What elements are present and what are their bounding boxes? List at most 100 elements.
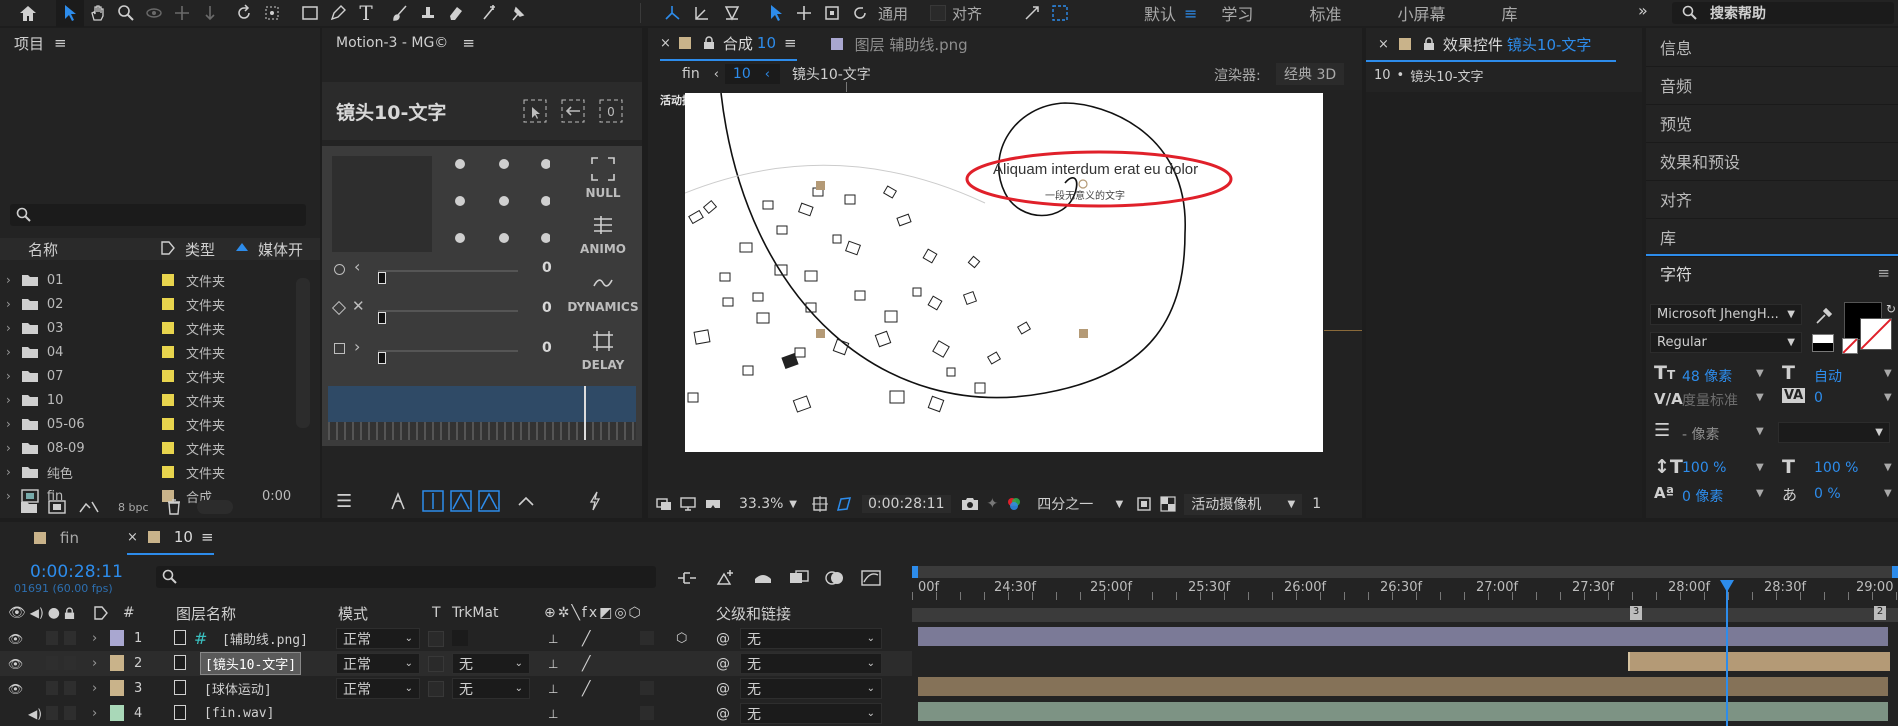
trkmat-dropdown[interactable]: 无 ⌄: [452, 653, 530, 674]
timeline-layer-row[interactable]: ◀) › 4 [fin.wav] ⊥ @ 无 ⌄: [0, 701, 912, 726]
font-size-chevron-icon[interactable]: ▼: [1756, 368, 1764, 379]
track-bar-1[interactable]: [918, 627, 1888, 646]
layer-mode-dropdown[interactable]: 正常 ⌄: [336, 628, 420, 649]
leading-value[interactable]: 自动: [1814, 366, 1842, 386]
fx-switch-box[interactable]: [640, 706, 654, 720]
view-axis-icon[interactable]: [718, 0, 746, 27]
monitor-icon[interactable]: [680, 497, 696, 511]
lock-col-icon[interactable]: [64, 606, 75, 620]
snap-select-icon[interactable]: [762, 0, 790, 27]
timeline-layer-row[interactable]: 👁 › 3 [球体运动] 正常 ⌄ 无 ⌄ ⊥ ╱ @ 无 ⌄: [0, 676, 912, 701]
channel-icon[interactable]: [1006, 496, 1022, 512]
visibility-eye-icon[interactable]: 👁: [8, 682, 23, 696]
roto-brush-icon[interactable]: [476, 0, 504, 27]
slider-thumb-3[interactable]: [378, 352, 386, 364]
snap-move-icon[interactable]: [790, 0, 818, 27]
lightning-icon[interactable]: [588, 491, 602, 511]
null-button[interactable]: NULL: [570, 156, 636, 208]
project-search[interactable]: [10, 204, 306, 226]
vertical-scale-chevron-icon[interactable]: ▼: [1756, 462, 1764, 473]
baseline-chevron-icon[interactable]: ▼: [1756, 488, 1764, 499]
project-item[interactable]: › 纯色 文件夹: [0, 460, 320, 484]
comp-tab-active[interactable]: × 合成 10 ≡: [660, 28, 797, 61]
no-color-icon[interactable]: [1842, 338, 1858, 354]
visibility-eye-icon[interactable]: 👁: [8, 657, 23, 671]
tl10-tab-menu-icon[interactable]: ≡: [201, 528, 214, 546]
horizontal-scale-chevron-icon[interactable]: ▼: [1884, 462, 1892, 473]
project-item[interactable]: › 10 文件夹: [0, 388, 320, 412]
breadcrumb-current[interactable]: 10 ‹: [724, 64, 780, 84]
workspace-menu-icon[interactable]: ≡: [1184, 4, 1197, 23]
motion-menu2-icon[interactable]: ☰: [336, 491, 352, 512]
col-media[interactable]: 媒体开: [258, 239, 303, 260]
puppet-pin-icon[interactable]: [504, 0, 532, 27]
col-name[interactable]: 名称: [28, 239, 58, 260]
project-item[interactable]: › 04 文件夹: [0, 340, 320, 364]
audio-toggle-icon[interactable]: ◀): [28, 707, 42, 721]
timeline-search[interactable]: [156, 566, 656, 588]
preserve-t-checkbox[interactable]: [428, 656, 444, 672]
track-bar-4[interactable]: [918, 702, 1888, 721]
comp-tab-menu-icon[interactable]: ≡: [784, 34, 797, 52]
slider-track-2[interactable]: [378, 310, 518, 312]
work-area-bar[interactable]: [912, 566, 1898, 578]
quality-switch-icon[interactable]: ╱: [582, 631, 590, 647]
project-scrollbar[interactable]: [296, 278, 310, 428]
audio-col-icon[interactable]: ◀): [30, 606, 44, 620]
track-bar-3[interactable]: [918, 677, 1888, 696]
playhead[interactable]: [1726, 580, 1728, 726]
shy-switch-icon[interactable]: ⊥: [548, 632, 558, 646]
new-folder-icon[interactable]: [20, 500, 38, 514]
slider-track-3[interactable]: [378, 350, 518, 352]
layer-label-color[interactable]: [110, 655, 124, 671]
quality-switch-icon[interactable]: ╱: [582, 681, 590, 697]
overflow-chevron-icon[interactable]: »: [1638, 1, 1648, 20]
dolly-tool-icon[interactable]: [196, 0, 224, 27]
3d-layer-icon[interactable]: ⬡: [676, 631, 687, 646]
layer-label-color[interactable]: [110, 705, 124, 721]
breadcrumb-name[interactable]: 镜头10-文字: [792, 64, 871, 84]
style-dropdown[interactable]: Regular ▼: [1650, 332, 1802, 353]
new-comp-icon[interactable]: [48, 500, 66, 514]
caret-up-icon[interactable]: [516, 494, 536, 508]
parent-dropdown[interactable]: 无 ⌄: [740, 703, 882, 724]
twirl-chevron-icon[interactable]: ›: [92, 681, 97, 696]
shy-icon[interactable]: [752, 569, 774, 587]
pen-tool-icon[interactable]: [324, 0, 352, 27]
lock-box[interactable]: [64, 656, 76, 670]
anchor-grid[interactable]: [450, 156, 550, 252]
parent-dropdown[interactable]: 无 ⌄: [740, 653, 882, 674]
col-trkmat[interactable]: TrkMat: [452, 605, 499, 621]
snap-box-icon[interactable]: [818, 0, 846, 27]
project-item[interactable]: › 03 文件夹: [0, 316, 320, 340]
pick-icon[interactable]: [522, 98, 548, 124]
navigator-bar[interactable]: [912, 608, 1898, 622]
right-panel-item[interactable]: 库: [1646, 218, 1898, 257]
timeline-tab-active[interactable]: × 10 ≡: [126, 522, 214, 555]
workspace-library[interactable]: 库: [1483, 1, 1535, 25]
preserve-t-checkbox[interactable]: [428, 631, 444, 647]
layer-mode-dropdown[interactable]: 正常 ⌄: [336, 678, 420, 699]
comp-timecode[interactable]: 0:00:28:11: [862, 495, 951, 513]
expand-icon[interactable]: [1018, 0, 1046, 27]
close-timeline-tab-icon[interactable]: ×: [127, 530, 138, 545]
layer-label-color[interactable]: [110, 630, 124, 646]
parent-dropdown[interactable]: 无 ⌄: [740, 628, 882, 649]
interpret-icon[interactable]: [78, 500, 100, 514]
video-eye-icon[interactable]: 👁: [8, 605, 26, 621]
transparency-grid-icon[interactable]: [1160, 496, 1176, 512]
snapshot-icon[interactable]: [961, 497, 979, 511]
comp-flow-icon[interactable]: [676, 569, 698, 587]
always-preview-icon[interactable]: [656, 497, 672, 511]
align-checkbox[interactable]: [930, 5, 946, 21]
expand-chevron-icon[interactable]: ›: [6, 441, 11, 455]
rectangle-tool-icon[interactable]: [296, 0, 324, 27]
vertical-scale-value[interactable]: 100 %: [1682, 460, 1726, 476]
layer-name[interactable]: [辅助线.png]: [218, 628, 312, 649]
motion-tab-label[interactable]: Motion-3 - MG©: [336, 35, 448, 51]
solo-box[interactable]: [46, 656, 58, 670]
quality-switch-icon[interactable]: ╱: [582, 656, 590, 672]
col-type[interactable]: 类型: [185, 239, 215, 260]
trkmat-dropdown[interactable]: 无 ⌄: [452, 678, 530, 699]
graph-playhead[interactable]: [584, 386, 586, 440]
